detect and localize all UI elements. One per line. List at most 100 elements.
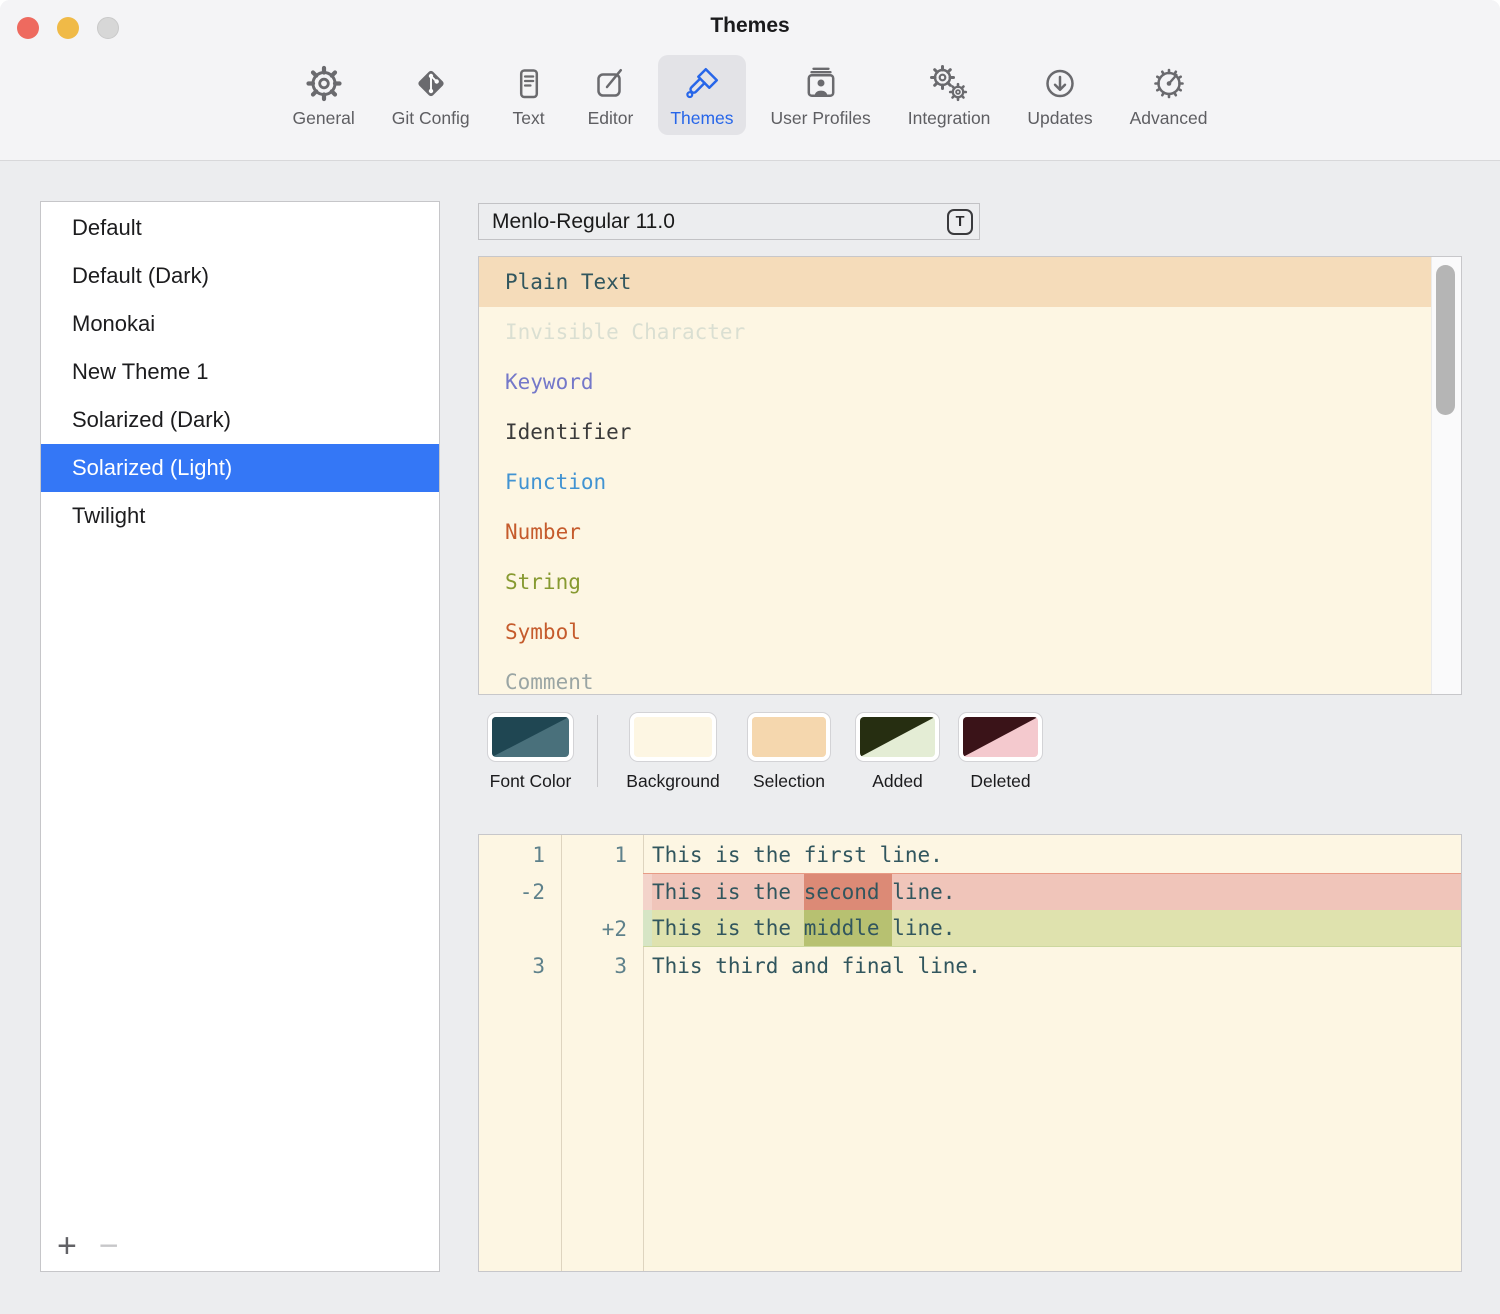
token-label: Identifier xyxy=(505,420,631,444)
token-row-invisible-character[interactable]: Invisible Character xyxy=(479,307,1461,357)
preferences-toolbar: General Git Config Text xyxy=(0,55,1500,135)
color-wells: Font Color Background Selection Added De… xyxy=(0,712,1500,807)
gear-icon xyxy=(302,62,346,106)
toolbar-item-text[interactable]: Text xyxy=(495,55,563,135)
toolbar-item-user-profiles[interactable]: User Profiles xyxy=(759,55,883,135)
theme-item-solarized-dark[interactable]: Solarized (Dark) xyxy=(41,396,439,444)
preferences-window: Themes General Git Config xyxy=(0,0,1500,1314)
diff-line-3: 3 3 This third and final line. xyxy=(479,947,1461,984)
token-row-keyword[interactable]: Keyword xyxy=(479,357,1461,407)
token-row-symbol[interactable]: Symbol xyxy=(479,607,1461,657)
token-row-plain-text[interactable]: Plain Text xyxy=(479,257,1461,307)
old-line-number xyxy=(479,910,561,947)
token-row-string[interactable]: String xyxy=(479,557,1461,607)
token-row-comment[interactable]: Comment xyxy=(479,657,1461,695)
toolbar-item-label: Editor xyxy=(588,108,634,129)
change-strip xyxy=(643,910,652,946)
swatch-divider xyxy=(597,715,598,787)
old-line-number: -2 xyxy=(479,873,561,910)
swatch-fill xyxy=(752,717,826,757)
old-line-number: 3 xyxy=(479,947,561,984)
theme-item-solarized-light[interactable]: Solarized (Light) xyxy=(41,444,439,492)
new-line-number: 1 xyxy=(561,836,643,873)
new-line-number: +2 xyxy=(561,910,643,947)
swatch-fill xyxy=(963,717,1038,757)
theme-item-default[interactable]: Default xyxy=(41,204,439,252)
theme-item-label: New Theme 1 xyxy=(72,359,209,385)
background-color-well: Background xyxy=(629,712,717,792)
token-row-function[interactable]: Function xyxy=(479,457,1461,507)
toolbar-item-label: Themes xyxy=(670,108,733,129)
font-field[interactable]: Menlo-Regular 11.0 T xyxy=(478,203,980,240)
selection-color-well: Selection xyxy=(747,712,831,792)
diff-text: line. xyxy=(892,874,955,910)
swatch-triangle xyxy=(492,717,569,757)
background-swatch[interactable] xyxy=(629,712,717,762)
diff-line-content-deleted: This is the second line. xyxy=(643,873,1461,910)
advanced-gear-icon xyxy=(1147,62,1191,106)
gears-icon xyxy=(927,62,971,106)
swatch-fill xyxy=(634,717,712,757)
font-picker-button[interactable]: T xyxy=(947,209,973,235)
swatch-label: Selection xyxy=(753,771,825,792)
swatch-triangle xyxy=(860,717,935,757)
swatch-label: Background xyxy=(626,771,719,792)
diff-line-content-added: This is the middle line. xyxy=(643,910,1461,947)
diff-line-content: This third and final line. xyxy=(643,947,1461,984)
toolbar-item-git-config[interactable]: Git Config xyxy=(380,55,482,135)
git-icon xyxy=(409,62,453,106)
added-color-well: Added xyxy=(855,712,940,792)
theme-item-default-dark[interactable]: Default (Dark) xyxy=(41,252,439,300)
remove-theme-button[interactable]: − xyxy=(99,1229,119,1263)
added-swatch[interactable] xyxy=(855,712,940,762)
diff-line-1: 1 1 This is the first line. xyxy=(479,836,1461,873)
token-row-identifier[interactable]: Identifier xyxy=(479,407,1461,457)
toolbar-item-updates[interactable]: Updates xyxy=(1015,55,1104,135)
token-label: Symbol xyxy=(505,620,581,644)
change-strip xyxy=(643,874,652,910)
text-document-icon xyxy=(507,62,551,106)
theme-item-new-theme-1[interactable]: New Theme 1 xyxy=(41,348,439,396)
new-line-number xyxy=(561,873,643,910)
scrollbar-thumb[interactable] xyxy=(1436,265,1455,415)
diff-word-highlight: second xyxy=(804,874,893,910)
font-name-value: Menlo-Regular 11.0 xyxy=(492,210,947,234)
token-label: Comment xyxy=(505,670,594,694)
titlebar-toolbar: Themes General Git Config xyxy=(0,0,1500,161)
theme-item-label: Solarized (Dark) xyxy=(72,407,231,433)
swatch-fill xyxy=(860,717,935,757)
scrollbar-track[interactable] xyxy=(1431,257,1461,694)
user-profiles-icon xyxy=(799,62,843,106)
token-label: Invisible Character xyxy=(505,320,745,344)
toolbar-item-editor[interactable]: Editor xyxy=(576,55,646,135)
toolbar-item-label: Advanced xyxy=(1130,108,1208,129)
add-theme-button[interactable]: + xyxy=(57,1229,77,1263)
deleted-color-well: Deleted xyxy=(958,712,1043,792)
diff-line-content: This is the first line. xyxy=(643,836,1461,873)
swatch-fill xyxy=(492,717,569,757)
toolbar-item-general[interactable]: General xyxy=(281,55,367,135)
theme-list: Default Default (Dark) Monokai New Theme… xyxy=(41,202,439,540)
selection-swatch[interactable] xyxy=(747,712,831,762)
toolbar-item-themes[interactable]: Themes xyxy=(658,55,745,135)
swatch-triangle xyxy=(963,717,1038,757)
toolbar-item-label: General xyxy=(293,108,355,129)
token-label: Number xyxy=(505,520,581,544)
deleted-swatch[interactable] xyxy=(958,712,1043,762)
diff-text: This is the first line. xyxy=(643,836,943,873)
theme-item-monokai[interactable]: Monokai xyxy=(41,300,439,348)
theme-item-label: Monokai xyxy=(72,311,155,337)
font-color-swatch[interactable] xyxy=(487,712,574,762)
diff-text: This third and final line. xyxy=(643,947,981,984)
swatch-label: Added xyxy=(872,771,923,792)
new-line-number: 3 xyxy=(561,947,643,984)
token-label: Plain Text xyxy=(505,270,631,294)
toolbar-item-label: Text xyxy=(513,108,545,129)
toolbar-item-label: Git Config xyxy=(392,108,470,129)
token-row-number[interactable]: Number xyxy=(479,507,1461,557)
theme-item-twilight[interactable]: Twilight xyxy=(41,492,439,540)
diff-text: line. xyxy=(892,910,955,946)
toolbar-item-integration[interactable]: Integration xyxy=(896,55,1003,135)
paintbrush-icon xyxy=(680,62,724,106)
toolbar-item-advanced[interactable]: Advanced xyxy=(1118,55,1220,135)
